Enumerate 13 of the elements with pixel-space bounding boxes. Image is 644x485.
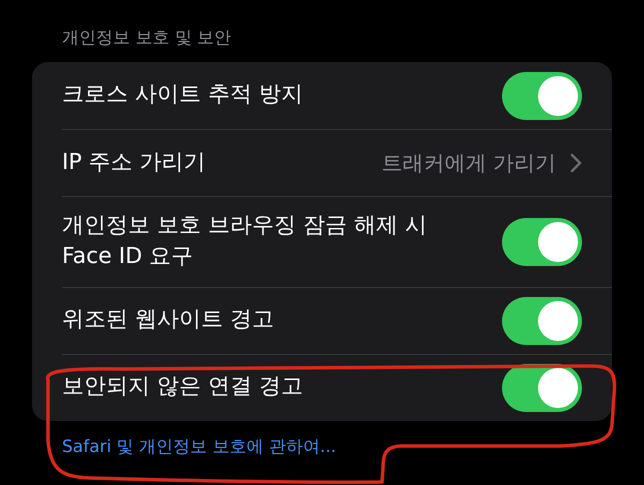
toggle-switch[interactable] (502, 218, 582, 266)
chevron-icon[interactable] (570, 153, 582, 173)
setting-label: 크로스 사이트 추적 방지 (62, 81, 304, 110)
toggle-switch[interactable] (502, 296, 582, 345)
toggle-switch[interactable] (502, 364, 582, 412)
setting-label: 개인정보 보호 브라우징 잠금 해제 시 Face ID 요구 (62, 212, 428, 271)
setting-value: 트래커에게 가리기 (381, 150, 556, 177)
about-link[interactable]: Safari 및 개인정보 보호에 관하여... (62, 434, 336, 458)
setting-label: 위조된 웹사이트 경고 (62, 306, 275, 334)
section-header: 개인정보 보호 및 보안 (61, 27, 232, 50)
toggle-switch[interactable] (502, 72, 582, 120)
setting-label: 보안되지 않은 연결 경고 (62, 373, 304, 402)
setting-label: IP 주소 가리기 (62, 148, 207, 177)
